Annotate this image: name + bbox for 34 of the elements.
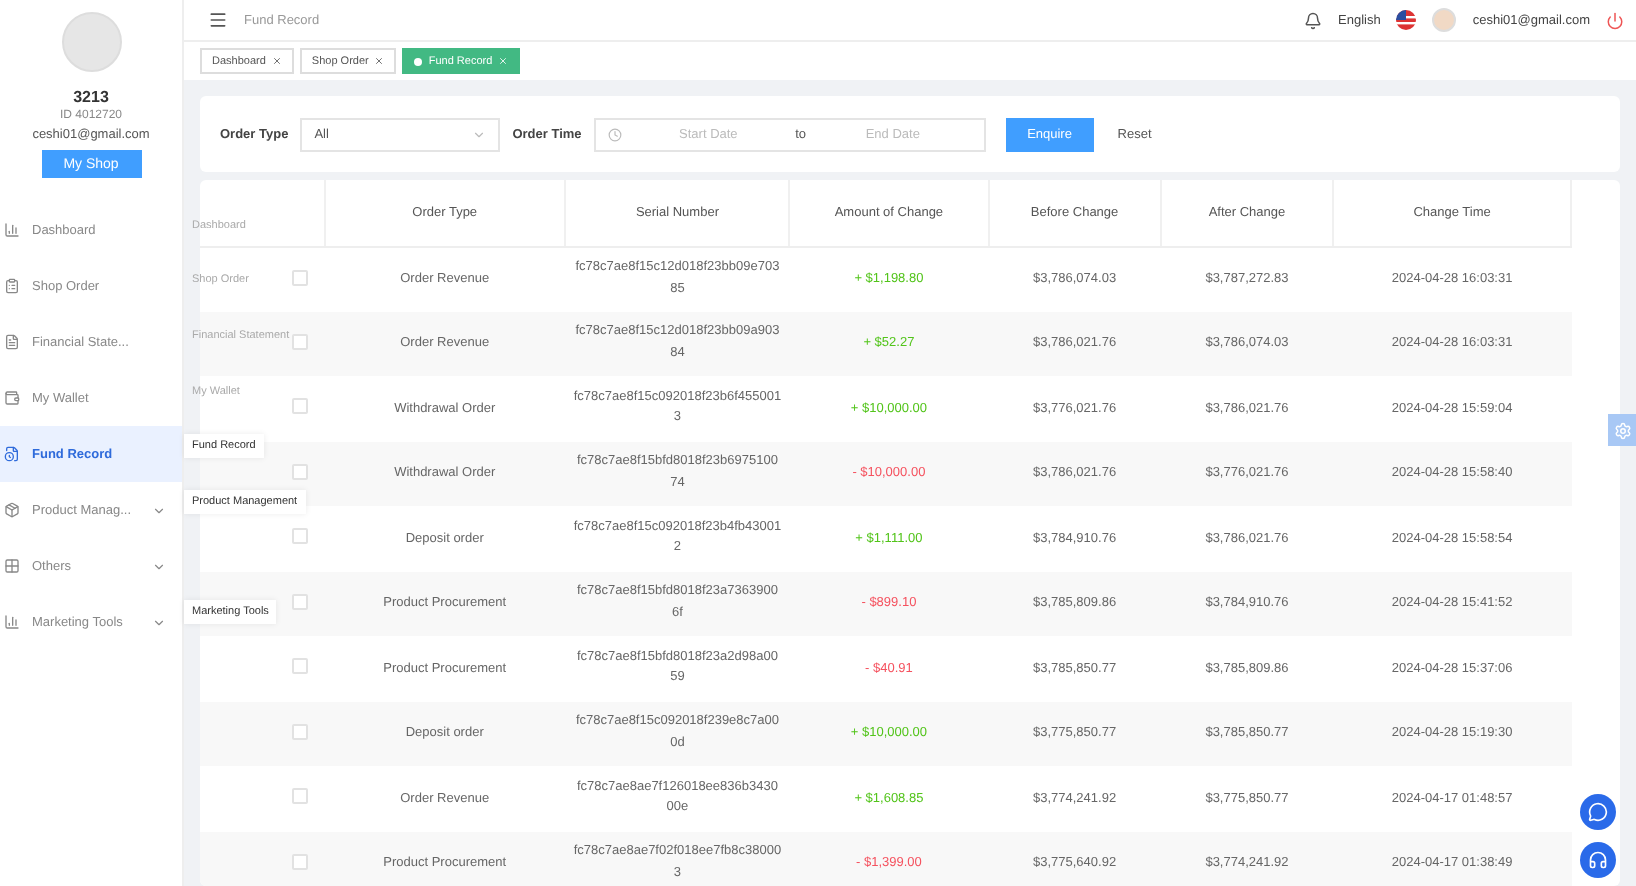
- chevron-down-icon: [152, 503, 166, 517]
- row-checkbox[interactable]: [292, 853, 308, 870]
- chevron-down-icon: [152, 615, 166, 629]
- wallet-icon: [4, 390, 20, 406]
- document-icon: [4, 334, 20, 350]
- clock-icon: [607, 127, 622, 141]
- row-checkbox[interactable]: [292, 333, 308, 350]
- menu-icon[interactable]: [208, 10, 228, 30]
- row-checkbox[interactable]: [292, 658, 308, 675]
- document-clock-icon: [4, 446, 20, 462]
- power-icon[interactable]: [1606, 11, 1624, 29]
- chevron-down-icon: [152, 559, 166, 573]
- bell-icon[interactable]: [1304, 11, 1323, 29]
- row-checkbox[interactable]: [292, 269, 308, 285]
- avatar: [61, 12, 121, 72]
- row-checkbox[interactable]: [292, 528, 308, 545]
- row-checkbox[interactable]: [292, 398, 308, 415]
- settings-icon: [1613, 421, 1631, 439]
- user-name: 3213: [73, 88, 109, 106]
- user-avatar[interactable]: [1432, 8, 1457, 32]
- headset-icon: [1588, 850, 1608, 870]
- chat-icon: [1588, 802, 1608, 822]
- row-checkbox[interactable]: [292, 593, 308, 610]
- clipboard-icon: [4, 278, 20, 294]
- row-checkbox[interactable]: [292, 463, 308, 480]
- settings-tab[interactable]: [1608, 414, 1636, 446]
- row-checkbox[interactable]: [292, 788, 308, 805]
- row-checkbox[interactable]: [292, 723, 308, 740]
- bar-chart-icon: [4, 222, 20, 238]
- bar-chart-icon: [4, 614, 20, 630]
- flag-icon[interactable]: [1396, 10, 1417, 30]
- chevron-down-icon: [472, 127, 487, 141]
- package-icon: [4, 502, 20, 518]
- grid-icon: [4, 558, 20, 574]
